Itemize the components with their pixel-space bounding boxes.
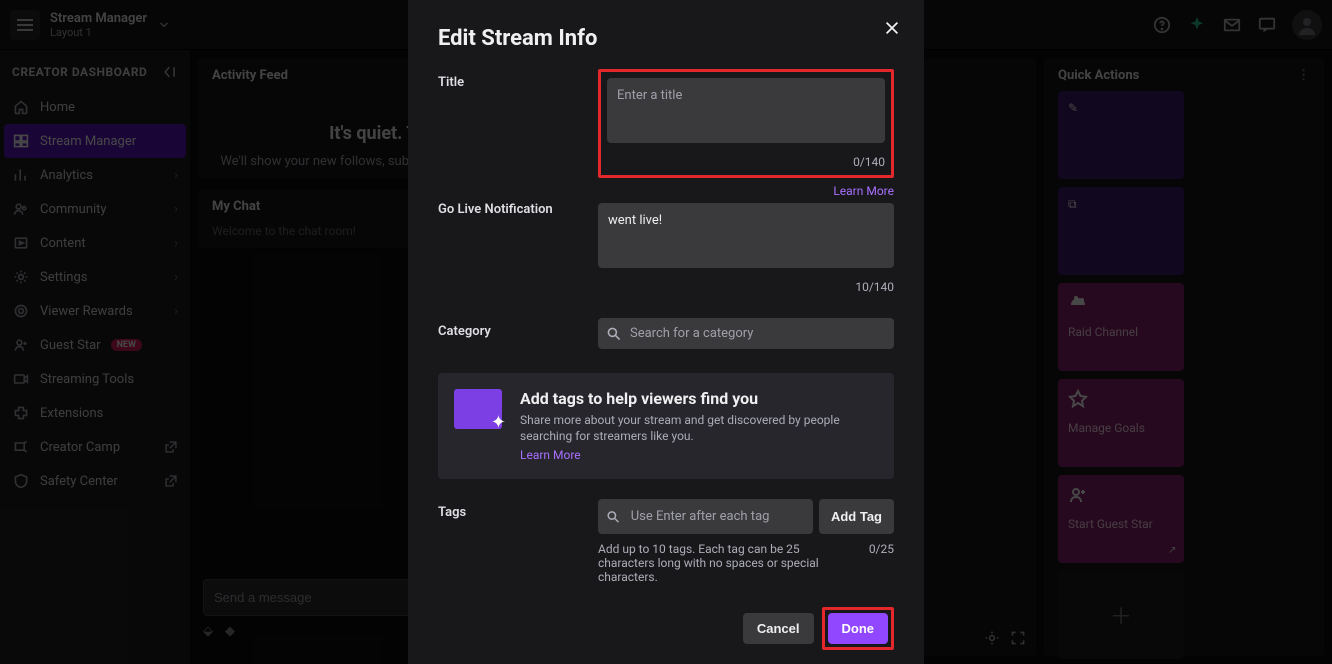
- add-tag-button[interactable]: Add Tag: [819, 499, 894, 534]
- tags-banner-desc: Share more about your stream and get dis…: [520, 412, 878, 444]
- done-button[interactable]: Done: [828, 613, 889, 644]
- tags-banner-icon: [454, 389, 502, 429]
- search-icon: [606, 509, 621, 525]
- edit-stream-modal: Edit Stream Info Title 0/140 Go Live Not…: [408, 0, 924, 664]
- title-counter: 0/140: [607, 155, 885, 169]
- search-icon: [606, 326, 622, 342]
- title-input[interactable]: [607, 78, 885, 143]
- tags-banner-title: Add tags to help viewers find you: [520, 389, 878, 408]
- tags-help-text: Add up to 10 tags. Each tag can be 25 ch…: [598, 542, 838, 584]
- tags-label: Tags: [438, 499, 578, 520]
- category-input[interactable]: [628, 318, 886, 349]
- golive-counter: 10/140: [598, 280, 894, 294]
- tags-counter: 0/25: [869, 542, 894, 584]
- tags-banner-link[interactable]: Learn More: [520, 448, 581, 462]
- cancel-button[interactable]: Cancel: [743, 613, 814, 644]
- learn-more-link[interactable]: Learn More: [833, 184, 894, 198]
- tags-input[interactable]: [621, 499, 805, 534]
- category-label: Category: [438, 318, 578, 339]
- modal-title: Edit Stream Info: [438, 26, 894, 51]
- close-icon[interactable]: [880, 16, 904, 40]
- tags-banner: Add tags to help viewers find you Share …: [438, 373, 894, 479]
- title-label: Title: [438, 69, 578, 90]
- golive-label: Go Live Notification: [438, 202, 553, 217]
- golive-input[interactable]: [598, 203, 894, 268]
